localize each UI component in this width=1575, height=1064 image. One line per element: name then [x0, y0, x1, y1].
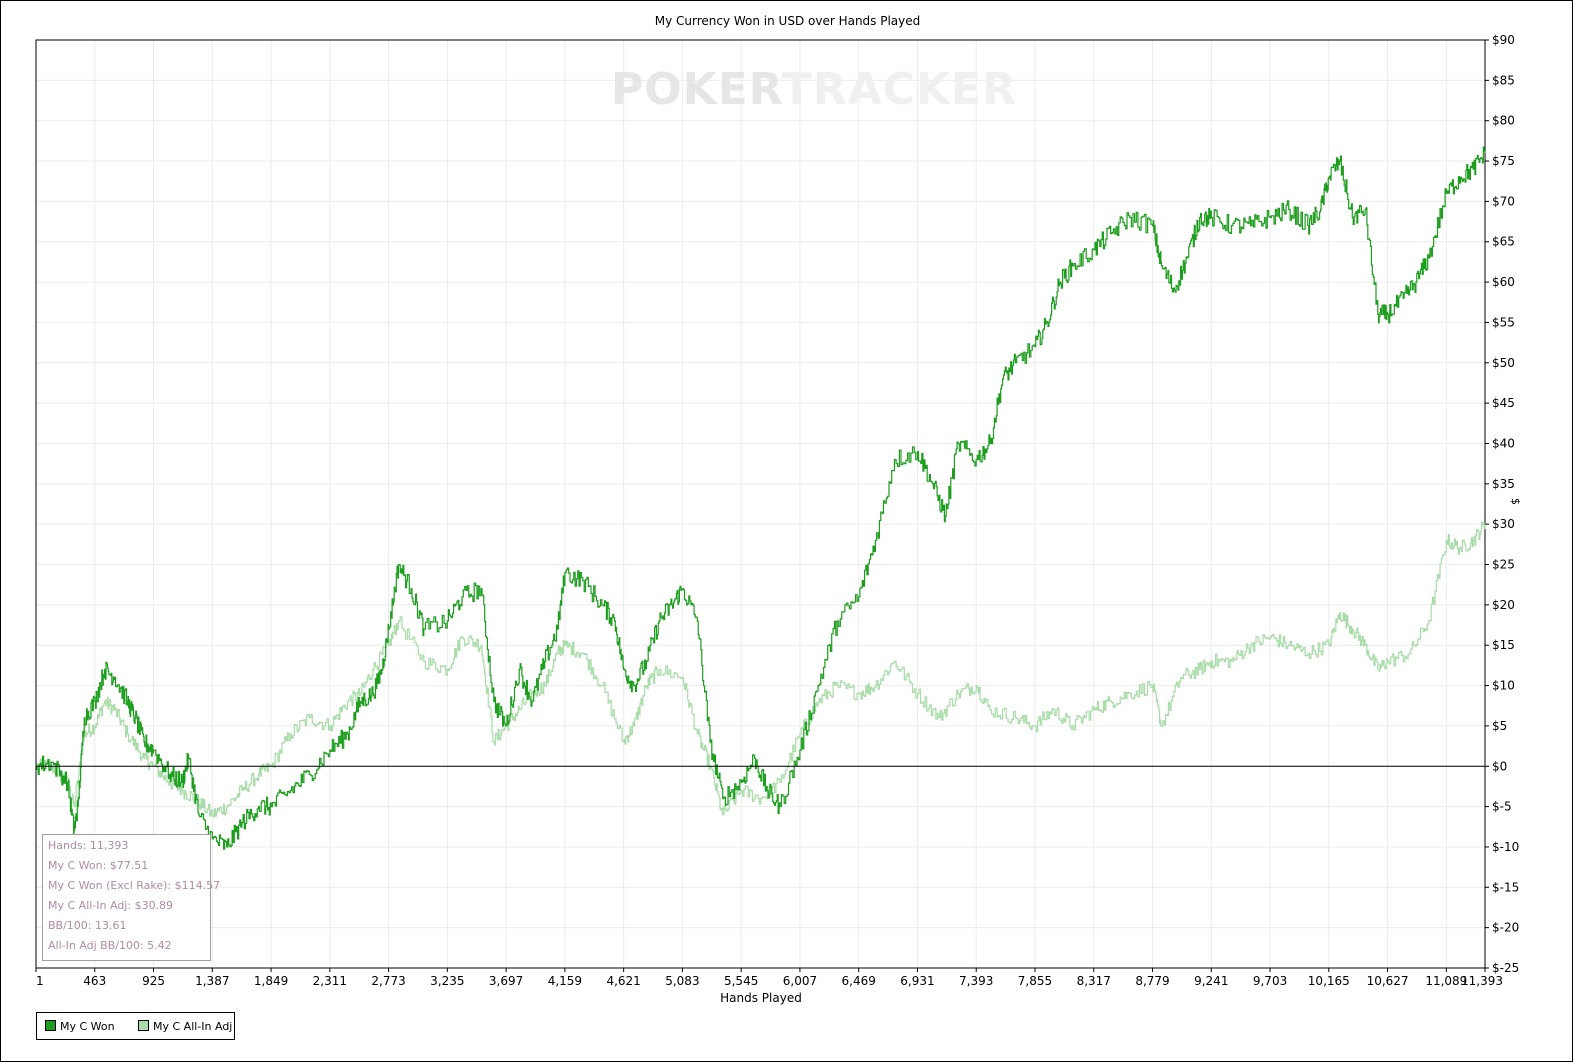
stats-tooltip: Hands: 11,393 My C Won: $77.51 My C Won … [42, 834, 221, 961]
y-tick-label: $90 [1492, 33, 1515, 47]
x-tick-label: 2,773 [371, 974, 405, 988]
x-tick-label: 5,545 [724, 974, 758, 988]
x-tick-label: 11,393 [1461, 974, 1503, 988]
x-axis-label: Hands Played [720, 991, 802, 1005]
y-tick-label: $45 [1492, 396, 1515, 410]
x-tick-label: 2,311 [313, 974, 347, 988]
x-tick-label: 4,621 [606, 974, 640, 988]
y-tick-label: $30 [1492, 517, 1515, 531]
legend-swatch-won [45, 1020, 56, 1031]
y-tick-label: $40 [1492, 436, 1515, 450]
stat-allin-adj: My C All-In Adj: $30.89 [48, 899, 174, 912]
watermark-poker: POKER [611, 64, 782, 115]
x-tick-label: 1,849 [254, 974, 288, 988]
x-tick-label: 7,855 [1018, 974, 1052, 988]
y-tick-label: $70 [1492, 194, 1515, 208]
y-tick-label: $75 [1492, 154, 1515, 168]
chart-canvas: $90 $85 $80 $75 $70 $65 $60 $55 $50 $45 $40 $35 $30 $… [35, 33, 1519, 988]
legend-label-won: My C Won [60, 1020, 115, 1033]
y-tick-label: $0 [1492, 759, 1507, 773]
y-axis-label: $ [1509, 498, 1522, 505]
chart-title: My Currency Won in USD over Hands Played [654, 14, 921, 28]
y-tick-label: $65 [1492, 235, 1515, 249]
legend-item-allin-adj[interactable]: My C All-In Adj [138, 1020, 232, 1033]
y-tick-label: $35 [1492, 477, 1515, 491]
x-tick-label: 6,007 [783, 974, 817, 988]
y-tick-label: $80 [1492, 114, 1515, 128]
x-tick-label: 8,317 [1077, 974, 1111, 988]
y-tick-label: $-10 [1492, 840, 1519, 854]
y-tick-label: $55 [1492, 315, 1515, 329]
stat-won: My C Won: $77.51 [48, 859, 149, 872]
plot-area [35, 39, 1486, 969]
x-tick-label: 925 [142, 974, 165, 988]
y-tick-label: $20 [1492, 598, 1515, 612]
x-tick-label: 10,165 [1308, 974, 1350, 988]
y-tick-label: $10 [1492, 679, 1515, 693]
stat-won-excl-rake: My C Won (Excl Rake): $114.57 [48, 879, 221, 892]
y-tick-label: $15 [1492, 638, 1515, 652]
legend-item-won[interactable]: My C Won [45, 1020, 115, 1033]
x-tick-label: 9,703 [1253, 974, 1287, 988]
chart-legend: My C Won My C All-In Adj [36, 1012, 235, 1040]
y-tick-label: $-15 [1492, 880, 1519, 894]
y-tick-label: $50 [1492, 356, 1515, 370]
x-tick-label: 5,083 [665, 974, 699, 988]
y-tick-label: $85 [1492, 73, 1515, 87]
y-tick-label: $-25 [1492, 961, 1519, 975]
y-tick-label: $-20 [1492, 921, 1519, 935]
watermark-tracker: TRACKER [781, 64, 1017, 115]
legend-swatch-allin-adj [138, 1020, 149, 1031]
poker-tracker-watermark: POKERTRACKER [611, 64, 1017, 115]
x-tick-label: 1 [36, 974, 44, 988]
legend-label-allin-adj: My C All-In Adj [153, 1020, 233, 1033]
x-tick-label: 3,235 [430, 974, 464, 988]
x-tick-label: 3,697 [489, 974, 523, 988]
stat-hands: Hands: 11,393 [48, 839, 129, 852]
x-tick-label: 1,387 [195, 974, 229, 988]
y-tick-label: $25 [1492, 558, 1515, 572]
x-tick-label: 463 [83, 974, 106, 988]
x-tick-label: 4,159 [548, 974, 582, 988]
x-tick-label: 8,779 [1135, 974, 1169, 988]
y-tick-label: $5 [1492, 719, 1507, 733]
x-tick-label: 6,469 [842, 974, 876, 988]
x-tick-label: 10,627 [1367, 974, 1409, 988]
y-tick-label: $60 [1492, 275, 1515, 289]
x-tick-label: 6,931 [900, 974, 934, 988]
y-tick-label: $-5 [1492, 800, 1512, 814]
stat-bb100: BB/100: 13.61 [48, 919, 127, 932]
stat-allin-bb100: All-In Adj BB/100: 5.42 [48, 939, 172, 952]
x-tick-label: 9,241 [1194, 974, 1228, 988]
x-tick-label: 7,393 [959, 974, 993, 988]
